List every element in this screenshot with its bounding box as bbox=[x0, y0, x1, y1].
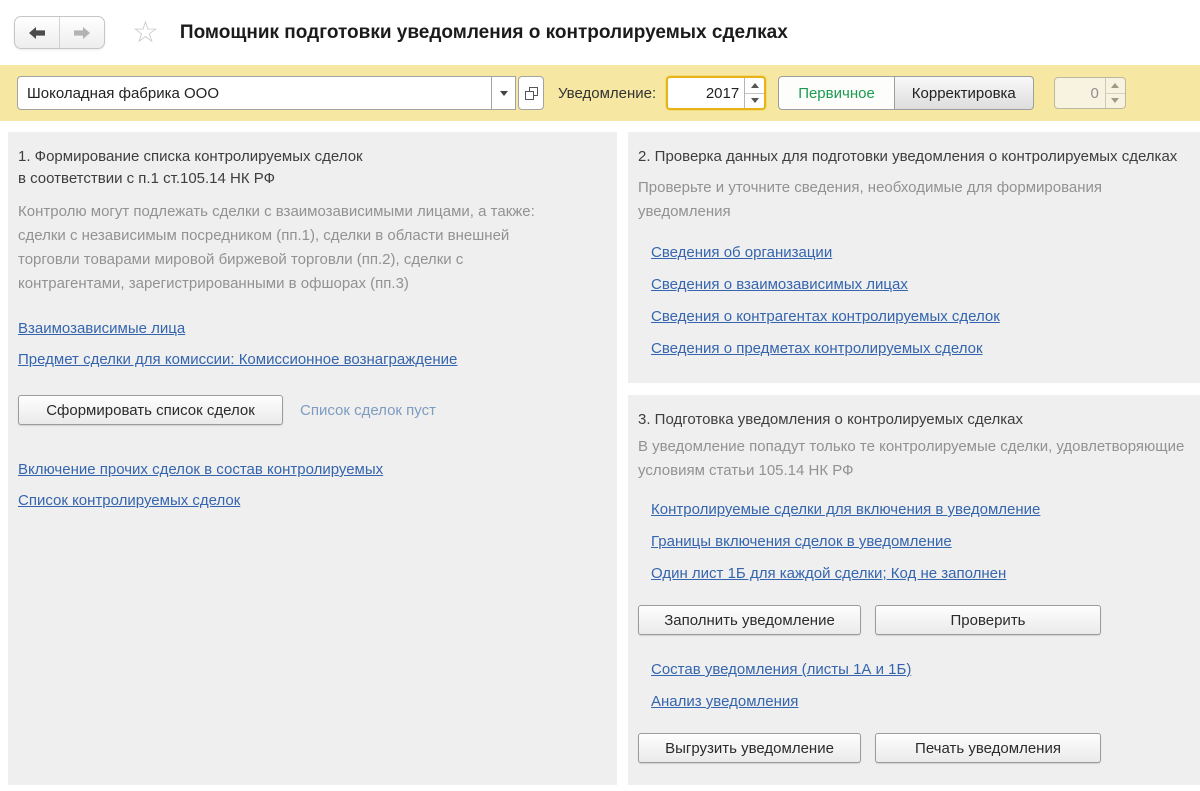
year-field-group: 2017 bbox=[666, 76, 767, 110]
spin-up-icon bbox=[1111, 82, 1120, 88]
panel-gap bbox=[628, 383, 1200, 395]
header-bar: ☆ Помощник подготовки уведомления о конт… bbox=[0, 0, 1200, 65]
correction-toggle-button[interactable]: Корректировка bbox=[894, 76, 1034, 110]
step3-description: В уведомление попадут только те контроли… bbox=[638, 438, 1185, 479]
step1-description: Контролю могут подлежать сделки с взаимо… bbox=[18, 203, 535, 292]
organization-combobox: Шоколадная фабрика ООО bbox=[17, 76, 544, 110]
link-commission-subject[interactable]: Предмет сделки для комиссии: Комиссионно… bbox=[18, 352, 457, 368]
correction-number-spinner bbox=[1104, 78, 1125, 109]
year-spin-down-button[interactable] bbox=[745, 92, 765, 109]
step2-title: 2. Проверка данных для подготовки уведом… bbox=[638, 148, 1178, 165]
correction-spin-up-button bbox=[1106, 78, 1125, 93]
forward-button[interactable] bbox=[59, 17, 104, 48]
step1-title-line2: в соответствии с п.1 ст.105.14 НК РФ bbox=[18, 170, 276, 187]
right-column: 2. Проверка данных для подготовки уведом… bbox=[628, 132, 1200, 791]
check-button[interactable]: Проверить bbox=[875, 605, 1101, 635]
nav-button-group bbox=[14, 16, 105, 49]
year-spin-up-button[interactable] bbox=[745, 78, 764, 93]
correction-number-field: 0 bbox=[1053, 77, 1126, 109]
fill-notification-button[interactable]: Заполнить уведомление bbox=[638, 605, 861, 635]
year-spinner bbox=[744, 78, 765, 109]
step2-description: Проверьте и уточните сведения, необходим… bbox=[638, 179, 1103, 220]
form-transaction-list-button[interactable]: Сформировать список сделок bbox=[18, 395, 283, 425]
choose-window-icon bbox=[524, 86, 538, 100]
step1-panel: 1. Формирование списка контролируемых сд… bbox=[8, 132, 617, 785]
organization-dropdown-button[interactable] bbox=[491, 76, 516, 110]
back-arrow-icon bbox=[29, 26, 45, 39]
forward-arrow-icon bbox=[74, 26, 90, 39]
link-controlled-transactions-list[interactable]: Список контролируемых сделок bbox=[18, 493, 240, 509]
link-include-other-transactions[interactable]: Включение прочих сделок в состав контрол… bbox=[18, 462, 383, 478]
organization-input[interactable]: Шоколадная фабрика ООО bbox=[17, 76, 491, 110]
step1-title-line1: 1. Формирование списка контролируемых сд… bbox=[18, 148, 363, 165]
chevron-down-icon bbox=[499, 90, 508, 96]
step3-panel: 3. Подготовка уведомления о контролируем… bbox=[628, 395, 1200, 785]
link-counterparties-info[interactable]: Сведения о контрагентах контролируемых с… bbox=[651, 309, 1000, 325]
empty-list-note: Список сделок пуст bbox=[300, 401, 436, 419]
link-organization-info[interactable]: Сведения об организации bbox=[651, 245, 832, 261]
link-interdependent-persons[interactable]: Взаимозависимые лица bbox=[18, 321, 185, 337]
toolbar: Шоколадная фабрика ООО Уведомление: 2017… bbox=[0, 65, 1200, 121]
link-notification-analysis[interactable]: Анализ уведомления bbox=[651, 694, 798, 710]
notification-label: Уведомление: bbox=[558, 84, 657, 102]
link-transactions-for-notification[interactable]: Контролируемые сделки для включения в ув… bbox=[651, 502, 1040, 518]
step2-panel: 2. Проверка данных для подготовки уведом… bbox=[628, 132, 1200, 383]
correction-spin-down-button bbox=[1105, 92, 1125, 109]
link-notification-contents[interactable]: Состав уведомления (листы 1А и 1Б) bbox=[651, 662, 911, 678]
spin-up-icon bbox=[750, 82, 759, 88]
year-input[interactable]: 2017 bbox=[668, 78, 744, 108]
primary-toggle-button[interactable]: Первичное bbox=[778, 76, 895, 110]
main-area: 1. Формирование списка контролируемых сд… bbox=[0, 121, 1200, 791]
back-button[interactable] bbox=[15, 17, 59, 48]
spin-down-icon bbox=[750, 98, 759, 104]
correction-number-input: 0 bbox=[1090, 84, 1099, 102]
step3-title: 3. Подготовка уведомления о контролируем… bbox=[638, 411, 1023, 428]
notification-type-toggle: Первичное Корректировка bbox=[778, 76, 1034, 110]
page-title: Помощник подготовки уведомления о контро… bbox=[179, 21, 788, 43]
print-notification-button[interactable]: Печать уведомления bbox=[875, 733, 1101, 763]
link-inclusion-boundaries[interactable]: Границы включения сделок в уведомление bbox=[651, 534, 952, 550]
link-sheet-1b-per-transaction[interactable]: Один лист 1Б для каждой сделки; Код не з… bbox=[651, 566, 1006, 582]
link-transaction-subjects-info[interactable]: Сведения о предметах контролируемых сдел… bbox=[651, 341, 983, 357]
favorite-star-icon[interactable]: ☆ bbox=[132, 17, 159, 48]
step1-title: 1. Формирование списка контролируемых сд… bbox=[18, 146, 607, 190]
organization-choose-button[interactable] bbox=[518, 76, 544, 110]
export-notification-button[interactable]: Выгрузить уведомление bbox=[638, 733, 861, 763]
link-interdependent-info[interactable]: Сведения о взаимозависимых лицах bbox=[651, 277, 908, 293]
spin-down-icon bbox=[1111, 98, 1120, 104]
